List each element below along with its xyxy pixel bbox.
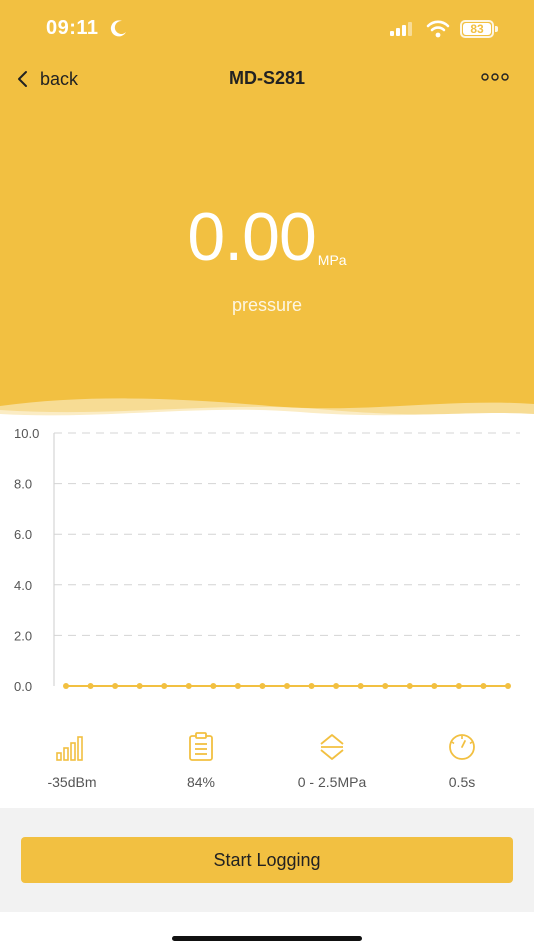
y-tick-label: 4.0 [14, 578, 32, 593]
page-title: MD-S281 [228, 68, 306, 88]
stat-battery: 84% [141, 732, 261, 790]
data-point [63, 683, 69, 689]
data-point [185, 683, 192, 689]
y-tick-label: 6.0 [14, 527, 32, 542]
data-point [234, 683, 241, 689]
data-point [308, 683, 315, 689]
battery-indicator: 83 [460, 20, 494, 38]
stat-battery-value: 84% [186, 774, 216, 790]
data-point [136, 683, 143, 689]
home-indicator[interactable] [172, 936, 362, 941]
data-point [357, 683, 364, 689]
pressure-chart-panel: 10.0 8.0 6.0 4.0 2.0 0.0 [0, 420, 534, 720]
signal-bars-icon [56, 736, 83, 761]
data-point [333, 683, 340, 689]
data-point [480, 683, 487, 689]
pressure-reading: 0.00 MPa [0, 198, 534, 276]
data-point [505, 683, 511, 689]
y-tick-label: 0.0 [14, 679, 32, 694]
data-point [382, 683, 389, 689]
status-time: 09:11 [46, 17, 99, 39]
moon-icon [110, 20, 126, 37]
stat-interval: 0.5s [402, 732, 522, 790]
pressure-unit: MPa [317, 252, 347, 268]
stat-signal-value: -35dBm [47, 774, 97, 790]
wave-divider [0, 398, 534, 422]
y-tick-label: 2.0 [14, 628, 32, 643]
range-arrows-icon [320, 734, 344, 760]
footer: Start Logging [0, 808, 534, 912]
pressure-line-chart: 10.0 8.0 6.0 4.0 2.0 0.0 [14, 426, 520, 694]
data-point [455, 683, 462, 689]
nav-bar: back MD-S281 [0, 58, 534, 98]
data-point [284, 683, 290, 689]
pressure-label: pressure [231, 295, 303, 315]
data-point [210, 683, 217, 689]
data-point [406, 683, 413, 689]
start-logging-button[interactable]: Start Logging [21, 837, 513, 883]
data-point [87, 683, 94, 689]
stat-range: 0 - 2.5MPa [272, 732, 392, 790]
status-bar: 09:11 83 [0, 0, 534, 58]
battery-clipboard-icon [189, 732, 213, 761]
stat-range-value: 0 - 2.5MPa [297, 774, 367, 790]
data-point [431, 683, 438, 689]
y-tick-label: 10.0 [14, 426, 39, 441]
stat-signal: -35dBm [12, 732, 132, 790]
device-stats-row: -35dBm 84% 0 - 2.5MPa 0.5s [0, 720, 534, 808]
y-tick-label: 8.0 [14, 477, 32, 492]
pressure-value: 0.00 [187, 199, 316, 275]
data-point [112, 683, 119, 689]
data-point [161, 683, 168, 689]
home-indicator-area [0, 912, 534, 950]
stat-interval-value: 0.5s [448, 774, 476, 790]
data-point [259, 683, 266, 689]
gauge-icon [449, 734, 475, 760]
hero-header: 09:11 83 back MD-S281 0.00 MPa pressure [0, 0, 534, 422]
wifi-icon [426, 20, 450, 38]
cellular-signal-icon [390, 22, 412, 36]
battery-level: 83 [470, 22, 484, 36]
more-options-icon[interactable] [480, 72, 510, 82]
